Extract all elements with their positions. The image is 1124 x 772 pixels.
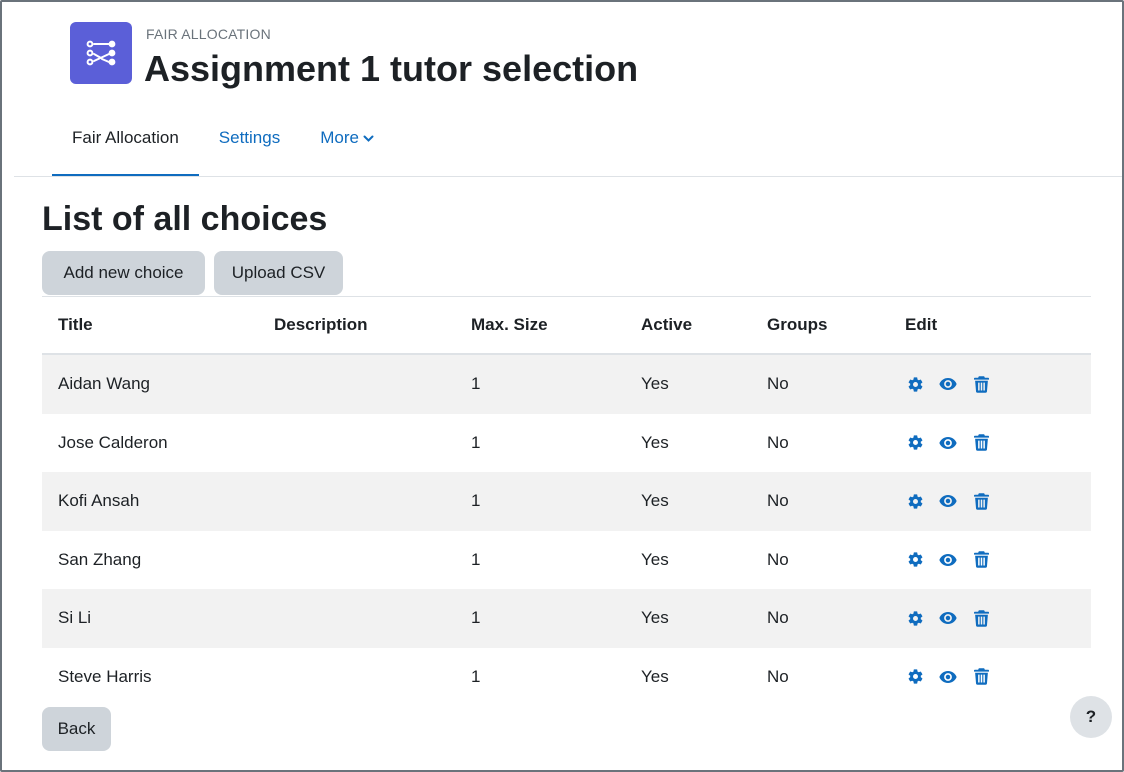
column-header-description: Description (274, 315, 368, 334)
cell-title: Jose Calderon (58, 432, 168, 452)
trash-icon[interactable] (971, 491, 991, 511)
upload-csv-button[interactable]: Upload CSV (214, 251, 343, 295)
table-row: Kofi Ansah 1 Yes No (42, 472, 1091, 531)
trash-icon[interactable] (971, 374, 991, 394)
help-button[interactable]: ? (1070, 696, 1112, 738)
column-header-max-size: Max. Size (471, 315, 548, 334)
column-header-active: Active (641, 315, 693, 334)
section-heading: List of all choices (42, 200, 328, 238)
choices-table: Title Description Max. Size Active Group… (42, 296, 1091, 706)
cell-active: Yes (641, 374, 669, 394)
gear-icon[interactable] (905, 608, 925, 628)
cell-title: Si Li (58, 608, 92, 628)
secondary-nav: Fair Allocation Settings More (52, 110, 394, 177)
back-button[interactable]: Back (42, 707, 111, 751)
eye-icon[interactable] (938, 374, 958, 394)
cell-title: San Zhang (58, 549, 142, 569)
tab-settings[interactable]: Settings (199, 110, 300, 176)
cell-edit-actions (905, 374, 1091, 394)
eye-icon[interactable] (938, 433, 958, 453)
eye-icon[interactable] (938, 608, 958, 628)
cell-active: Yes (641, 432, 669, 452)
table-body: Aidan Wang 1 Yes No Jose Calderon 1 Yes No Kofi … (42, 355, 1091, 706)
eye-icon[interactable] (938, 491, 958, 511)
tab-label: More (320, 128, 359, 147)
trash-icon[interactable] (971, 433, 991, 453)
tab-more[interactable]: More (300, 110, 394, 176)
cell-active: Yes (641, 608, 669, 628)
nav-divider (14, 176, 1122, 177)
cell-max-size: 1 (471, 374, 481, 394)
cell-edit-actions (905, 608, 1091, 628)
table-header: Title Description Max. Size Active Group… (42, 297, 1091, 355)
cell-max-size: 1 (471, 666, 481, 686)
cell-title: Steve Harris (58, 666, 152, 686)
gear-icon[interactable] (905, 667, 925, 687)
cell-edit-actions (905, 550, 1091, 570)
trash-icon[interactable] (971, 550, 991, 570)
cell-groups: No (767, 432, 789, 452)
cell-groups: No (767, 374, 789, 394)
cell-active: Yes (641, 666, 669, 686)
fair-allocation-icon (70, 22, 132, 84)
gear-icon[interactable] (905, 550, 925, 570)
tab-label: Fair Allocation (72, 128, 179, 147)
cell-edit-actions (905, 433, 1091, 453)
table-row: San Zhang 1 Yes No (42, 531, 1091, 590)
column-header-edit: Edit (905, 315, 938, 334)
gear-icon[interactable] (905, 491, 925, 511)
cell-active: Yes (641, 549, 669, 569)
cell-groups: No (767, 549, 789, 569)
table-row: Aidan Wang 1 Yes No (42, 355, 1091, 414)
column-header-title: Title (58, 315, 93, 334)
cell-groups: No (767, 666, 789, 686)
cell-groups: No (767, 608, 789, 628)
tab-label: Settings (218, 128, 281, 147)
tab-fair-allocation[interactable]: Fair Allocation (52, 110, 199, 177)
add-new-choice-button[interactable]: Add new choice (42, 251, 205, 295)
eye-icon[interactable] (938, 550, 958, 570)
cell-active: Yes (641, 491, 669, 511)
cell-max-size: 1 (471, 608, 481, 628)
cell-title: Aidan Wang (58, 374, 150, 394)
cell-edit-actions (905, 491, 1091, 511)
cell-max-size: 1 (471, 432, 481, 452)
table-row: Si Li 1 Yes No (42, 589, 1091, 648)
trash-icon[interactable] (971, 667, 991, 687)
column-header-groups: Groups (767, 315, 828, 334)
chevron-down-icon (363, 110, 374, 166)
cell-groups: No (767, 491, 789, 511)
table-row: Jose Calderon 1 Yes No (42, 414, 1091, 473)
page-pretitle: FAIR ALLOCATION (146, 26, 271, 42)
trash-icon[interactable] (971, 608, 991, 628)
cell-title: Kofi Ansah (58, 491, 140, 511)
page-title: Assignment 1 tutor selection (144, 48, 639, 89)
table-row: Steve Harris 1 Yes No (42, 648, 1091, 707)
cell-max-size: 1 (471, 549, 481, 569)
cell-edit-actions (905, 667, 1091, 687)
cell-max-size: 1 (471, 491, 481, 511)
gear-icon[interactable] (905, 433, 925, 453)
gear-icon[interactable] (905, 374, 925, 394)
eye-icon[interactable] (938, 667, 958, 687)
